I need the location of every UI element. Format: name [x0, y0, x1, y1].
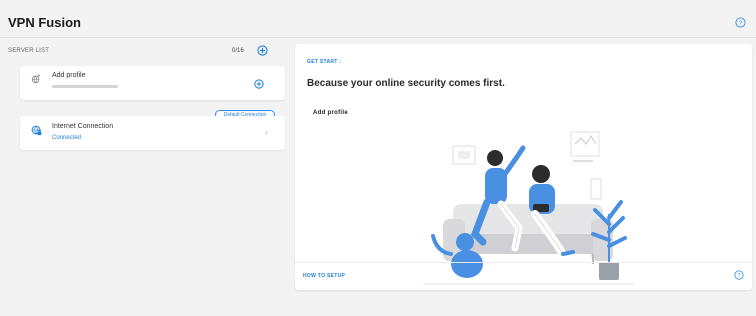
add-profile-label: Add profile [52, 72, 86, 79]
add-profile-card[interactable]: Add profile [20, 66, 285, 100]
panel-add-profile-link[interactable]: Add profile [313, 110, 348, 116]
server-list-label: SERVER LIST [8, 48, 50, 54]
get-start-panel: GET START : Because your online security… [295, 44, 752, 290]
get-start-label: GET START : [307, 59, 342, 65]
app-header: VPN Fusion ? [0, 0, 756, 38]
connection-status: Connected [52, 135, 82, 141]
how-to-setup-link[interactable]: HOW TO SETUP [303, 273, 345, 279]
couch-illustration [423, 131, 635, 285]
connection-name: Internet Connection [52, 123, 114, 130]
svg-text:?: ? [739, 20, 743, 27]
add-server-plus-icon[interactable] [257, 45, 268, 56]
panel-heading: Because your online security comes first… [307, 78, 505, 89]
panel-divider [295, 262, 752, 263]
help-icon[interactable]: ? [734, 270, 744, 280]
globe-plus-icon [31, 74, 41, 84]
globe-lock-icon [31, 125, 42, 136]
app-title: VPN Fusion [8, 15, 81, 30]
internet-connection-card[interactable]: Internet Connection Connected › [20, 116, 285, 150]
profile-placeholder-bar [52, 85, 118, 88]
server-count: 0/16 [232, 48, 244, 54]
add-profile-plus-icon[interactable] [254, 79, 264, 89]
chevron-right-icon[interactable]: › [265, 127, 268, 137]
svg-text:?: ? [737, 273, 741, 279]
help-icon[interactable]: ? [735, 17, 746, 28]
